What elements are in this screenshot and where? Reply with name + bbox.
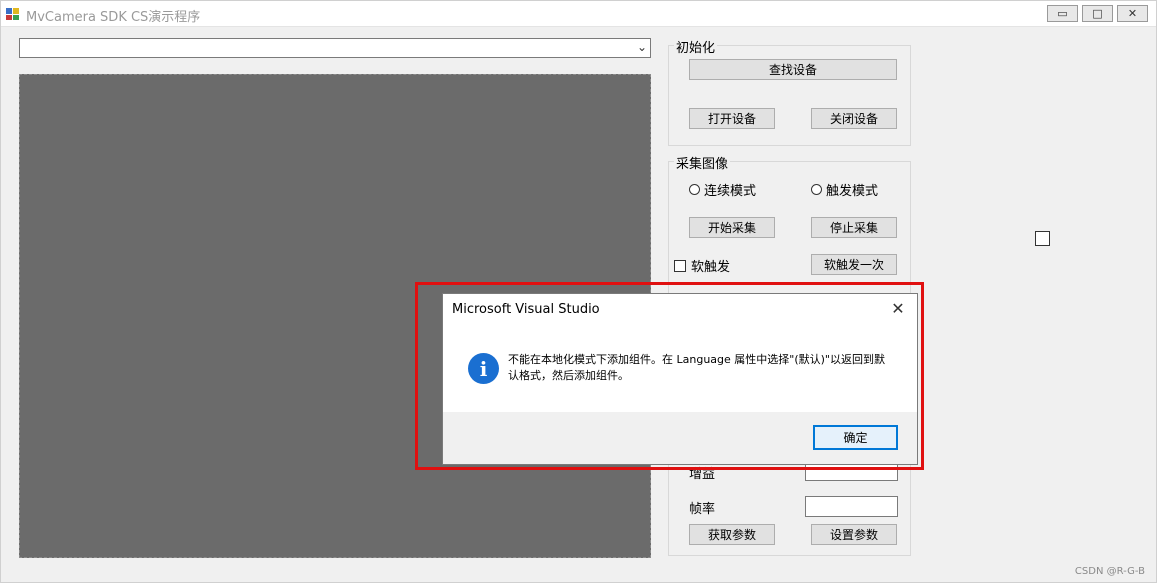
soft-trigger-once-button[interactable]: 软触发一次: [811, 254, 897, 275]
dialog-footer: 确定: [443, 412, 917, 464]
radio-circle-icon: [689, 184, 700, 195]
find-device-button[interactable]: 查找设备: [689, 59, 897, 80]
framerate-input[interactable]: [805, 496, 898, 517]
stop-grab-button[interactable]: 停止采集: [811, 217, 897, 238]
dialog-message: 不能在本地化模式下添加组件。在 Language 属性中选择"(默认)"以返回到…: [508, 353, 885, 382]
soft-trigger-label: 软触发: [691, 260, 731, 275]
continuous-mode-label: 连续模式: [704, 184, 757, 199]
title-bar[interactable]: MvCamera SDK CS演示程序 ▭ □ ✕: [1, 1, 1156, 27]
unlabeled-checkbox[interactable]: [1035, 231, 1050, 246]
watermark: CSDN @R-G-B: [1074, 566, 1145, 577]
radio-circle-icon: [811, 184, 822, 195]
set-params-button[interactable]: 设置参数: [811, 524, 897, 545]
open-device-button[interactable]: 打开设备: [689, 108, 775, 129]
checkbox-box-icon: [674, 259, 686, 272]
start-grab-button[interactable]: 开始采集: [689, 217, 775, 238]
device-select[interactable]: ⌄: [19, 38, 651, 58]
close-window-button[interactable]: ✕: [1117, 5, 1148, 22]
trigger-mode-label: 触发模式: [826, 184, 879, 199]
framerate-label: 帧率: [689, 502, 716, 517]
ok-button[interactable]: 确定: [813, 425, 898, 450]
dialog-close-icon[interactable]: ✕: [885, 296, 911, 320]
close-device-button[interactable]: 关闭设备: [811, 108, 897, 129]
error-dialog: Microsoft Visual Studio ✕ i 不能在本地化模式下添加组…: [442, 293, 918, 465]
capture-group-title: 采集图像: [674, 153, 731, 172]
get-params-button[interactable]: 获取参数: [689, 524, 775, 545]
maximize-button[interactable]: □: [1082, 5, 1113, 22]
chevron-down-icon[interactable]: ⌄: [637, 40, 647, 54]
trigger-mode-radio[interactable]: 触发模式: [811, 180, 878, 199]
init-group-title: 初始化: [674, 37, 718, 56]
soft-trigger-checkbox[interactable]: 软触发: [674, 256, 730, 275]
app-icon: [6, 8, 20, 20]
continuous-mode-radio[interactable]: 连续模式: [689, 180, 756, 199]
minimize-button[interactable]: ▭: [1047, 5, 1078, 22]
dialog-title: Microsoft Visual Studio: [452, 302, 600, 317]
info-icon: i: [468, 353, 499, 384]
window-title: MvCamera SDK CS演示程序: [26, 10, 201, 25]
